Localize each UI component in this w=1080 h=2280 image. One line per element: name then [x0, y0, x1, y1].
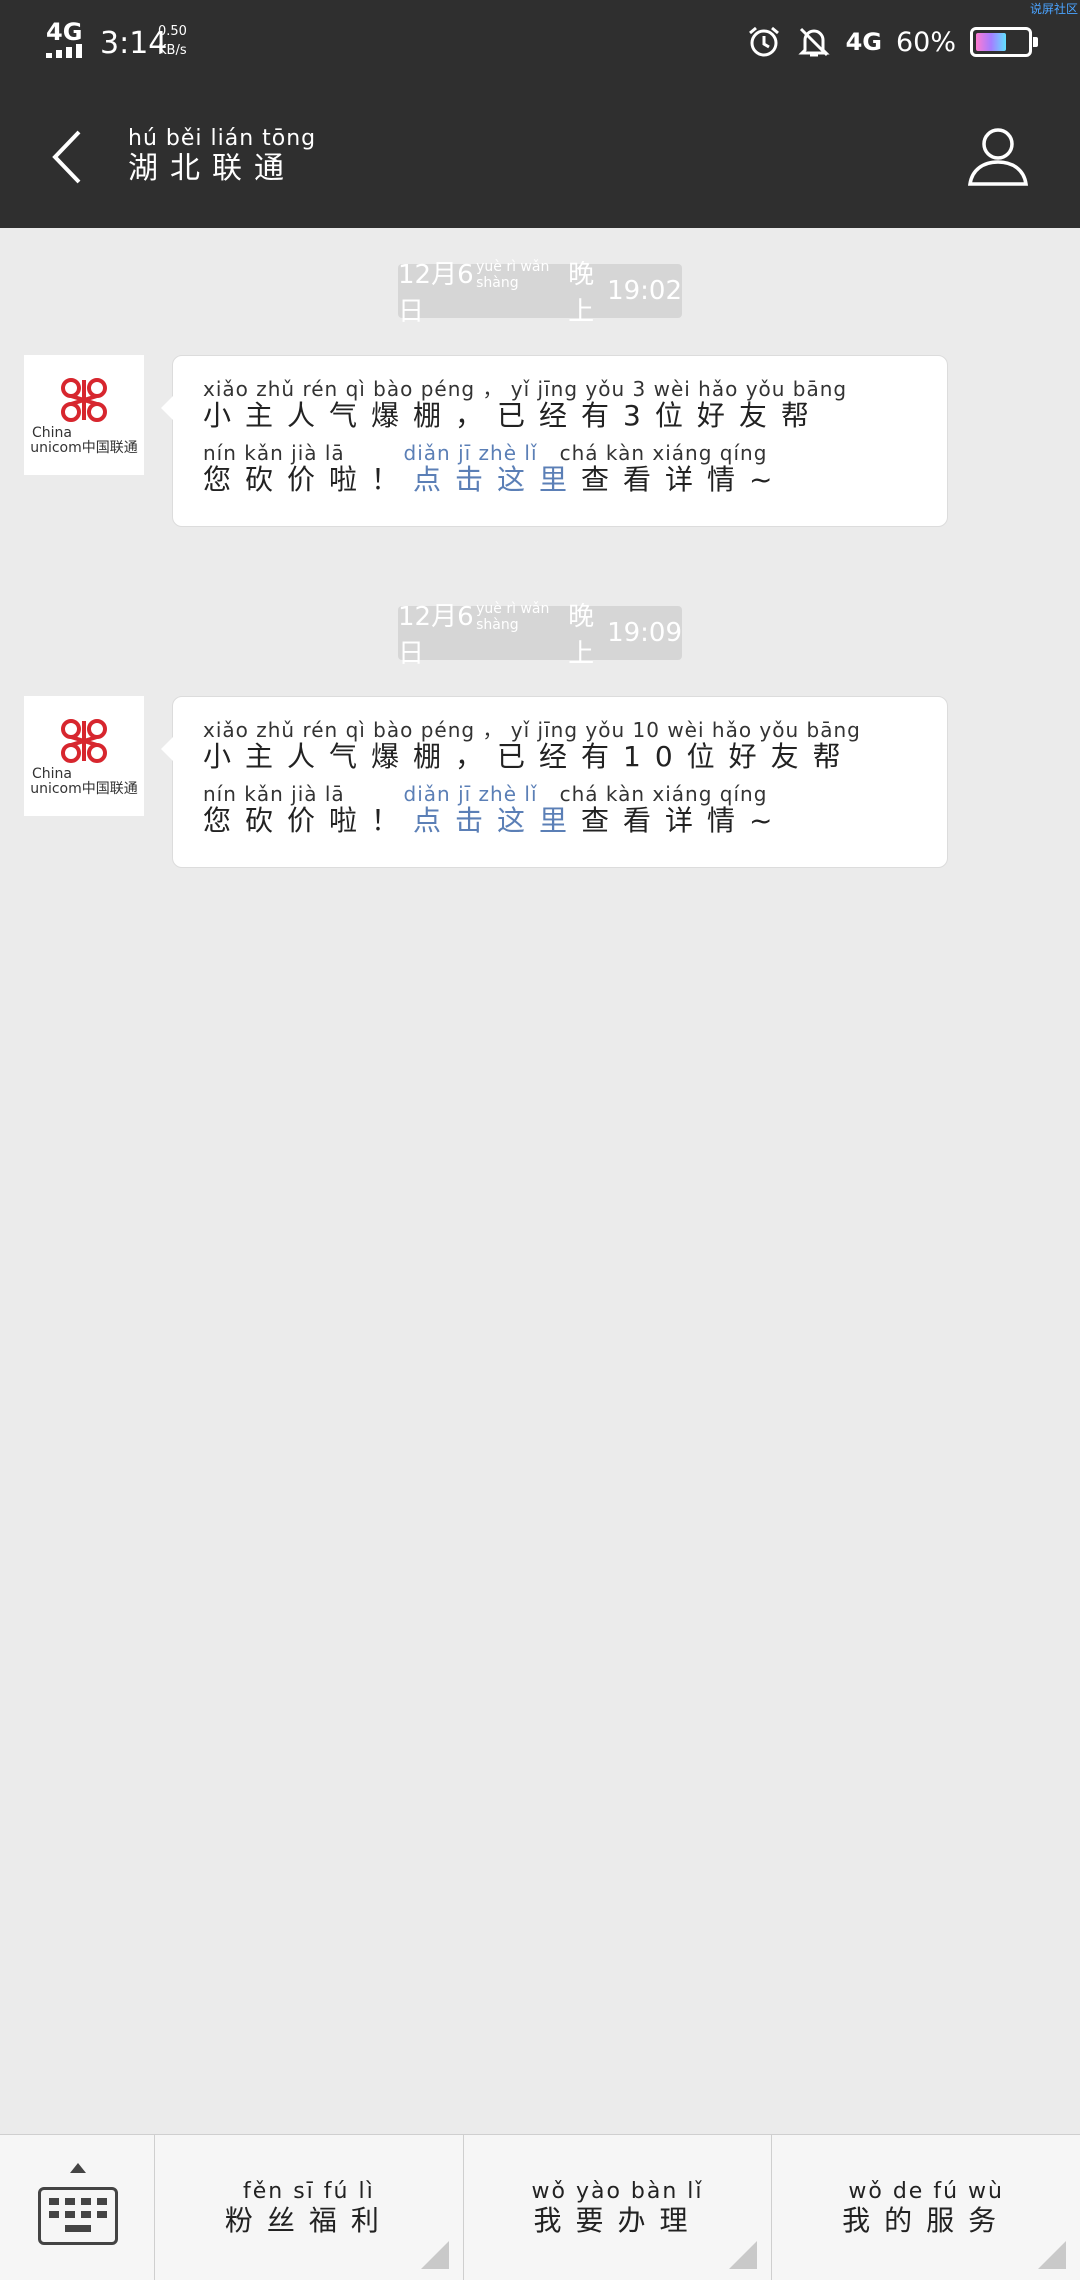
network-type: 4G [845, 28, 882, 56]
alarm-icon [748, 26, 779, 57]
message-line-1-text: 小主人气爆棚，已经有3位好友帮 [203, 399, 823, 432]
nav-bar: hú běi lián tōng 湖北联通 [0, 82, 1080, 228]
logo-text-china: China [32, 766, 72, 782]
status-icons: 4G 60% [746, 22, 1038, 62]
menu-item-label: 我要办理 [533, 2204, 702, 2237]
menu-item-pinyin: wǒ de fú wù [848, 2179, 1004, 2204]
timestamp-date: 12月6日 [398, 602, 474, 669]
battery-percent: 60% [895, 26, 956, 58]
logo-text-unicom: unicom中国联通 [30, 781, 138, 797]
timestamp-pinyin: yuè rì wǎn shàng [476, 601, 550, 633]
battery-icon [970, 27, 1038, 57]
message-line-2-pinyin-b: chá kàn xiáng qíng [559, 441, 768, 465]
timestamp-time: 19:09 [607, 618, 682, 648]
keyboard-icon [38, 2187, 118, 2245]
message-line-2-text-b: 查看详情~ [581, 804, 787, 837]
avatar[interactable]: China unicom中国联通 [24, 355, 144, 475]
menu-item-label: 我的服务 [842, 2204, 1011, 2237]
message-bubble[interactable]: xiǎo zhǔ rén qì bào péng ， yǐ jīng yǒu 3… [161, 355, 948, 527]
view-details-link[interactable]: 点击这里 [413, 804, 581, 837]
menu-item-label: 粉丝福利 [224, 2204, 393, 2237]
chat-area[interactable]: 12月6日 yuè rì wǎn shàng 晚上 19:02 China un… [0, 228, 1080, 2134]
back-icon [52, 130, 81, 184]
message-bubble[interactable]: xiǎo zhǔ rén qì bào péng ， yǐ jīng yǒu 1… [161, 696, 948, 868]
back-button[interactable] [36, 122, 96, 192]
expand-up-icon [70, 2163, 86, 2173]
menu-item-apply[interactable]: wǒ yào bàn lǐ 我要办理 [464, 2135, 773, 2280]
message-line-2-text-b: 查看详情~ [581, 463, 787, 496]
menu-item-fan-benefits[interactable]: fěn sī fú lì 粉丝福利 [155, 2135, 464, 2280]
submenu-corner-icon [420, 2241, 449, 2269]
message-line-2-text-a: 您砍价啦！ [203, 804, 414, 837]
message-line-1-pinyin: xiǎo zhǔ rén qì bào péng ， yǐ jīng yǒu 1… [203, 718, 861, 742]
link-pinyin: diǎn jī zhè lǐ [403, 441, 538, 465]
bottom-menu: fěn sī fú lì 粉丝福利 wǒ yào bàn lǐ 我要办理 wǒ … [0, 2134, 1080, 2280]
message-line-2: nín kǎn jià lā diǎn jī zhè lǐ chá kàn xi… [203, 783, 947, 837]
china-unicom-logo-icon [61, 378, 107, 422]
network-speed: 0.50 KB/s [158, 22, 187, 60]
message-timestamp: 12月6日 yuè rì wǎn shàng 晚上 19:09 [398, 601, 682, 669]
menu-item-pinyin: fěn sī fú lì [242, 2179, 375, 2204]
timestamp-time: 19:02 [607, 276, 682, 306]
message-line-2-text-a: 您砍价啦！ [203, 463, 414, 496]
link-pinyin: diǎn jī zhè lǐ [403, 782, 538, 806]
message-line-2: nín kǎn jià lā diǎn jī zhè lǐ chá kàn xi… [203, 442, 947, 496]
message-line-2-pinyin-a: nín kǎn jià lā [203, 441, 345, 465]
network-label: 4G [46, 18, 83, 46]
submenu-corner-icon [729, 2241, 758, 2269]
page-title: hú běi lián tōng 湖北联通 [128, 126, 316, 186]
logo-text-china: China [32, 425, 72, 441]
timestamp-date: 12月6日 [398, 260, 474, 327]
menu-item-pinyin: wǒ yào bàn lǐ [531, 2179, 704, 2204]
view-details-link[interactable]: 点击这里 [413, 463, 581, 496]
message-line-1-text: 小主人气爆棚，已经有10位好友帮 [203, 740, 855, 773]
bell-off-icon [797, 27, 830, 57]
keyboard-toggle-button[interactable] [0, 2135, 155, 2280]
status-bar: 4G 3:14 0.50 KB/s 4G 60% 说屏社区 [0, 0, 1080, 82]
message-line-2-pinyin-a: nín kǎn jià lā [203, 782, 345, 806]
china-unicom-logo-icon [61, 719, 107, 763]
profile-button[interactable] [966, 124, 1030, 188]
corner-tag: 说屏社区 [1029, 2, 1078, 16]
message-timestamp: 12月6日 yuè rì wǎn shàng 晚上 19:02 [398, 259, 682, 327]
avatar[interactable]: China unicom中国联通 [24, 696, 144, 816]
message-line-1: xiǎo zhǔ rén qì bào péng ， yǐ jīng yǒu 1… [203, 719, 947, 773]
speed-value: 0.50 [158, 24, 187, 39]
submenu-corner-icon [1038, 2241, 1067, 2269]
page-title-pinyin: hú běi lián tōng [128, 126, 317, 151]
menu-item-my-services[interactable]: wǒ de fú wù 我的服务 [772, 2135, 1080, 2280]
logo-text-unicom: unicom中国联通 [30, 440, 138, 456]
timestamp-period: 晚上 [568, 602, 595, 669]
speed-unit: KB/s [158, 43, 187, 58]
timestamp-pinyin: yuè rì wǎn shàng [476, 259, 550, 291]
message-line-1: xiǎo zhǔ rén qì bào péng ， yǐ jīng yǒu 3… [203, 378, 947, 432]
message-line-2-pinyin-b: chá kàn xiáng qíng [559, 782, 768, 806]
message-line-1-pinyin: xiǎo zhǔ rén qì bào péng ， yǐ jīng yǒu 3… [203, 377, 848, 401]
signal-icon [46, 44, 82, 58]
profile-icon [967, 128, 1029, 186]
page-title-text: 湖北联通 [128, 151, 296, 186]
timestamp-period: 晚上 [568, 260, 595, 327]
